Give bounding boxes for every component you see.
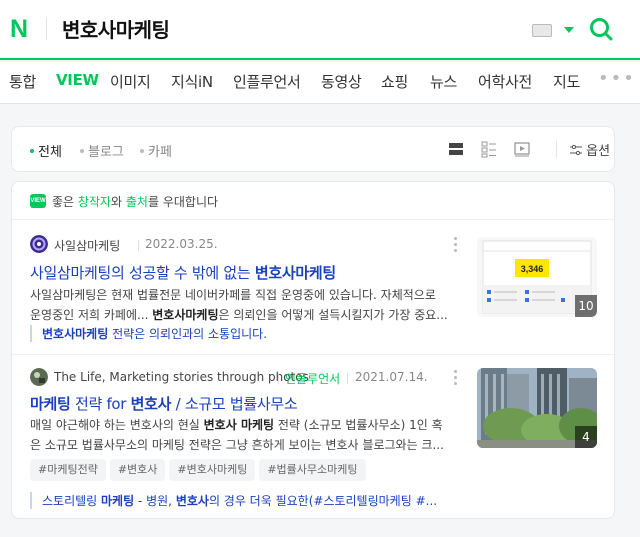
post-quote[interactable]: 스토리텔링 마케팅 - 병원, 변호사의 경우 더욱 필요한(#스토리텔링마케팅… [30, 492, 437, 509]
options-icon [570, 144, 582, 156]
image-count-badge: 10 [575, 295, 597, 317]
hashtag[interactable]: #변호사마케팅 [169, 459, 256, 481]
tab-map[interactable]: 지도 [553, 71, 580, 92]
view-results: VIEW 좋은 창작자와 출처를 우대합니다 사일삼마케팅 2022.03.25… [11, 181, 615, 519]
notice-mid: 와 [111, 195, 126, 209]
influencer-badge: 인플루언서 [285, 372, 341, 386]
post-quote[interactable]: 변호사마케팅 전략은 의뢰인과의 소통입니다. [30, 325, 267, 342]
author-name[interactable]: The Life, Marketing stories through phot… [54, 370, 309, 384]
post-date: 2022.03.25. [145, 237, 218, 251]
filter-blog[interactable]: 블로그 [80, 141, 124, 160]
image-count-badge: 4 [575, 426, 597, 448]
desc-line-2: 운영중인 저희 카페에... 변호사마케팅은 의뢰인을 어떻게 설득시킬지가 가… [30, 308, 448, 322]
thumb-value-text: 3,346 [521, 264, 544, 274]
hashtag[interactable]: #마케팅전략 [30, 459, 106, 481]
notice-post: 를 우대합니다 [147, 195, 219, 209]
author-avatar[interactable] [30, 368, 48, 386]
dot-icon [140, 148, 144, 153]
filter-cafe-label: 카페 [148, 145, 172, 160]
hashtag[interactable]: #법률사무소마케팅 [259, 459, 366, 481]
desc-line-1: 사일삼마케팅은 현재 법률전문 네이버카페를 직접 운영중에 있습니다. 자체적… [30, 288, 436, 302]
tab-shopping[interactable]: 쇼핑 [381, 71, 408, 92]
notice-pre: 좋은 [52, 195, 78, 209]
options-label: 옵션 [586, 144, 611, 159]
search-icon[interactable] [589, 17, 613, 41]
search-header: N 변호사마케팅 [0, 0, 640, 60]
notice-creator-link[interactable]: 창작자 [78, 195, 111, 209]
more-icon[interactable] [454, 237, 457, 255]
meta-divider [138, 240, 139, 251]
naver-logo[interactable]: N [10, 17, 34, 42]
filter-divider [556, 141, 557, 158]
grid-view-icon[interactable] [481, 141, 497, 158]
tab-integrated[interactable]: 통합 [9, 71, 36, 92]
list-view-icon[interactable] [448, 141, 464, 157]
post-date: 2021.07.14. [355, 370, 428, 384]
video-view-icon[interactable] [514, 141, 530, 157]
dot-icon [80, 148, 84, 153]
result-item: 사일삼마케팅 2022.03.25. 사일삼마케팅의 성공할 수 밖에 없는 변… [12, 221, 614, 355]
view-badge-icon: VIEW [30, 194, 46, 208]
desc-line-2: 은 소규모 법률사무소의 마케팅 전략은 그냥 흔하게 보이는 변호사 블로그와… [30, 438, 444, 452]
desc-line-1: 매일 야근해야 하는 변호사의 현실 변호사 마케팅 전략 (소규모 법률사무소… [30, 418, 443, 432]
post-title[interactable]: 마케팅 전략 for 변호사 / 소규모 법률사무소 [30, 393, 298, 414]
author-name[interactable]: 사일삼마케팅 [54, 237, 120, 254]
notice-text: 좋은 창작자와 출처를 우대합니다 [52, 193, 218, 210]
filter-all-label: 전체 [38, 145, 62, 160]
meta-divider [278, 373, 279, 384]
hashtag-list: #마케팅전략 #변호사 #변호사마케팅 #법률사무소마케팅 [30, 458, 370, 481]
notice-source-link[interactable]: 출처 [126, 195, 148, 209]
author-avatar[interactable] [30, 235, 48, 253]
tab-more[interactable]: ••• [598, 68, 636, 89]
filter-blog-label: 블로그 [88, 145, 124, 160]
tab-kin[interactable]: 지식iN [171, 71, 213, 92]
post-description: 사일삼마케팅은 현재 법률전문 네이버카페를 직접 운영중에 있습니다. 자체적… [30, 285, 452, 325]
tab-news[interactable]: 뉴스 [430, 71, 457, 92]
hashtag[interactable]: #변호사 [109, 459, 166, 481]
filter-all[interactable]: 전체 [30, 141, 62, 160]
post-thumbnail[interactable]: 4 [477, 368, 597, 448]
title-highlight: 변호사마케팅 [254, 264, 336, 282]
header-divider [46, 18, 47, 40]
chevron-down-icon[interactable] [564, 27, 574, 33]
filter-bar: 전체 블로그 카페 옵션 [11, 126, 615, 172]
tab-dictionary[interactable]: 어학사전 [478, 71, 532, 92]
more-icon[interactable] [454, 370, 457, 388]
tab-view[interactable]: VIEW [56, 71, 99, 89]
tab-image[interactable]: 이미지 [110, 71, 151, 92]
tab-influencer[interactable]: 인플루언서 [233, 71, 301, 92]
search-query[interactable]: 변호사마케팅 [62, 14, 170, 43]
post-description: 매일 야근해야 하는 변호사의 현실 변호사 마케팅 전략 (소규모 법률사무소… [30, 415, 452, 455]
meta-divider [347, 373, 348, 384]
view-notice: VIEW 좋은 창작자와 출처를 우대합니다 [12, 182, 614, 220]
dot-icon [30, 148, 34, 153]
options-button[interactable]: 옵션 [570, 140, 610, 159]
tab-video[interactable]: 동영상 [321, 71, 362, 92]
post-title[interactable]: 사일삼마케팅의 성공할 수 밖에 없는 변호사마케팅 [30, 262, 336, 283]
filter-cafe[interactable]: 카페 [140, 141, 172, 160]
search-tabs: 통합 VIEW 이미지 지식iN 인플루언서 동영상 쇼핑 뉴스 어학사전 지도… [0, 62, 640, 104]
keyboard-icon[interactable] [532, 24, 552, 37]
title-text: 사일삼마케팅의 성공할 수 밖에 없는 [30, 264, 255, 282]
result-item: The Life, Marketing stories through phot… [12, 356, 614, 518]
post-thumbnail[interactable]: 3,346 10 [477, 237, 597, 317]
